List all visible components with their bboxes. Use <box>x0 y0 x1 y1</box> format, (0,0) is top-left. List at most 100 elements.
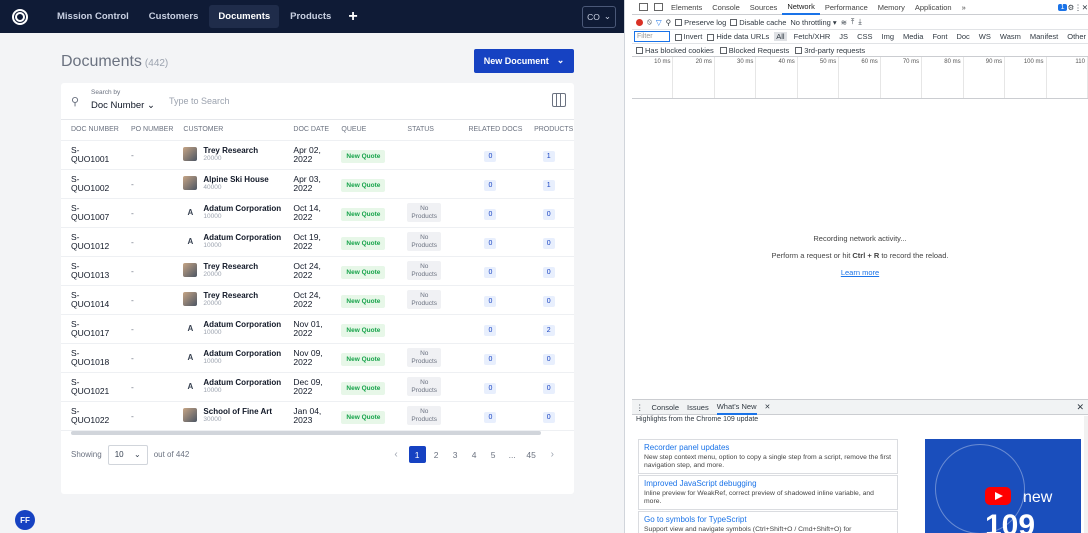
table-row[interactable]: S- QUO1018- A Adatum Corporation 10000 Nov 09… <box>61 343 574 373</box>
filter-type[interactable]: Other <box>1065 32 1088 41</box>
devtools-tab[interactable]: Console <box>707 3 745 12</box>
preserve-log-checkbox[interactable]: Preserve log <box>675 18 726 27</box>
filter-icon[interactable]: ▽ <box>656 18 662 27</box>
devtools-tab[interactable]: Application <box>910 3 957 12</box>
related-docs[interactable]: 0 <box>457 198 524 228</box>
learn-more-link[interactable]: Learn more <box>632 268 1088 277</box>
column-header[interactable]: QUEUE <box>331 120 398 141</box>
user-menu[interactable]: CO ⌄ <box>582 5 616 28</box>
customer-cell[interactable]: Alpine Ski House 40000 <box>173 169 284 199</box>
search-input[interactable]: Type to Search <box>169 96 230 106</box>
related-docs-count[interactable]: 0 <box>484 266 497 278</box>
filter-type[interactable]: Doc <box>954 32 971 41</box>
products-count[interactable]: 0 <box>542 411 555 423</box>
column-header[interactable]: PRODUCTS <box>523 120 574 141</box>
customer-cell[interactable]: A Adatum Corporation 10000 <box>173 372 284 402</box>
table-row[interactable]: S- QUO1017- A Adatum Corporation 10000 Nov 01… <box>61 314 574 344</box>
devtools-tab[interactable]: Performance <box>820 3 873 12</box>
doc-number[interactable]: S- QUO1021 <box>61 372 121 402</box>
upload-icon[interactable]: ⤒ <box>851 17 854 27</box>
nav-products[interactable]: Products <box>281 5 340 28</box>
customer-cell[interactable]: A Adatum Corporation 10000 <box>173 314 284 344</box>
products[interactable]: 0 <box>523 401 574 431</box>
related-docs[interactable]: 0 <box>457 227 524 257</box>
column-header[interactable]: DOC DATE <box>283 120 332 141</box>
products-count[interactable]: 0 <box>542 353 555 365</box>
customer-name[interactable]: School of Fine Art <box>203 407 272 416</box>
search-by-select[interactable]: Search by Doc Number ⌄ <box>91 89 155 113</box>
customer-cell[interactable]: A Adatum Corporation 10000 <box>173 227 284 257</box>
related-docs-count[interactable]: 0 <box>484 324 497 336</box>
column-header[interactable]: DOC NUMBER <box>61 120 121 141</box>
page-button[interactable]: 3 <box>447 446 464 463</box>
related-docs-count[interactable]: 0 <box>484 382 497 394</box>
customer-cell[interactable]: A Adatum Corporation 10000 <box>173 343 284 373</box>
related-docs[interactable]: 0 <box>457 314 524 344</box>
drawer-tab[interactable]: Console <box>652 403 680 412</box>
close-tab-icon[interactable]: ✕ <box>765 403 771 411</box>
customer-name[interactable]: Adatum Corporation <box>203 204 281 213</box>
products[interactable]: 0 <box>523 256 574 286</box>
related-docs-count[interactable]: 0 <box>484 295 497 307</box>
filter-type[interactable]: Img <box>879 32 896 41</box>
related-docs-count[interactable]: 0 <box>484 150 497 162</box>
filter-input[interactable]: Filter <box>634 31 670 42</box>
products[interactable]: 0 <box>523 198 574 228</box>
products-count[interactable]: 0 <box>542 382 555 394</box>
drawer-menu-icon[interactable]: ⋮ <box>636 403 644 412</box>
products-count[interactable]: 0 <box>542 237 555 249</box>
next-page-button[interactable]: › <box>551 449 554 460</box>
customer-name[interactable]: Trey Research <box>203 262 258 271</box>
customer-cell[interactable]: Trey Research 20000 <box>173 285 284 315</box>
products-count[interactable]: 1 <box>542 179 555 191</box>
products-count[interactable]: 1 <box>542 150 555 162</box>
throttle-select[interactable]: No throttling ▾ <box>790 18 836 27</box>
customer-name[interactable]: Adatum Corporation <box>203 320 281 329</box>
related-docs[interactable]: 0 <box>457 285 524 315</box>
filter-type[interactable]: JS <box>837 32 850 41</box>
devtools-tab[interactable]: Elements <box>666 3 707 12</box>
devtools-tab[interactable]: Memory <box>873 3 910 12</box>
devtools-tab[interactable]: Sources <box>745 3 783 12</box>
new-document-button[interactable]: New Document ⌄ <box>474 48 574 73</box>
table-row[interactable]: S- QUO1013- Trey Research 20000 Oct 24, 2022 N… <box>61 256 574 286</box>
products[interactable]: 0 <box>523 343 574 373</box>
page-button[interactable]: 45 <box>523 446 540 463</box>
disable-cache-checkbox[interactable]: Disable cache <box>730 18 786 27</box>
products[interactable]: 0 <box>523 227 574 257</box>
issues-badge[interactable]: 1 <box>1057 3 1068 11</box>
page-button[interactable]: 5 <box>485 446 502 463</box>
drawer-tab[interactable]: Issues <box>687 403 709 412</box>
related-docs-count[interactable]: 0 <box>484 411 497 423</box>
table-row[interactable]: S- QUO1001- Trey Research 20000 Apr 02, 2022 N… <box>61 140 574 170</box>
wifi-icon[interactable]: ≋ <box>841 18 847 27</box>
timeline[interactable]: 10 ms 20 ms 30 ms 40 ms 50 ms 60 ms 70 ms 80 ms… <box>632 57 1088 99</box>
nav-customers[interactable]: Customers <box>140 5 208 28</box>
customer-cell[interactable]: Trey Research 20000 <box>173 140 284 170</box>
table-row[interactable]: S- QUO1007- A Adatum Corporation 10000 Oct 14… <box>61 198 574 228</box>
customer-cell[interactable]: A Adatum Corporation 10000 <box>173 198 284 228</box>
customer-cell[interactable]: Trey Research 20000 <box>173 256 284 286</box>
products[interactable]: 0 <box>523 285 574 315</box>
related-docs-count[interactable]: 0 <box>484 208 497 220</box>
columns-icon[interactable] <box>552 93 566 107</box>
record-icon[interactable] <box>636 18 643 26</box>
filter-type[interactable]: Font <box>930 32 949 41</box>
filter-type[interactable]: Fetch/XHR <box>792 32 833 41</box>
filter-type[interactable]: WS <box>977 32 993 41</box>
filter-type[interactable]: Manifest <box>1028 32 1060 41</box>
doc-number[interactable]: S- QUO1018 <box>61 343 121 373</box>
products[interactable]: 1 <box>523 140 574 170</box>
filter-type[interactable]: All <box>774 32 787 41</box>
panel-divider[interactable] <box>624 0 632 533</box>
hide-data-urls-checkbox[interactable]: Hide data URLs <box>707 32 769 41</box>
whatsnew-item[interactable]: Recorder panel updates New step context m… <box>638 439 898 474</box>
prev-page-button[interactable]: ‹ <box>394 449 397 460</box>
close-drawer-icon[interactable]: ✕ <box>1076 402 1084 413</box>
customer-name[interactable]: Adatum Corporation <box>203 233 281 242</box>
products-count[interactable]: 2 <box>542 324 555 336</box>
add-nav-button[interactable]: + <box>348 8 357 26</box>
promo-image[interactable]: new 109 <box>925 439 1081 533</box>
whatsnew-title[interactable]: Go to symbols for TypeScript <box>644 515 892 524</box>
products[interactable]: 2 <box>523 314 574 344</box>
